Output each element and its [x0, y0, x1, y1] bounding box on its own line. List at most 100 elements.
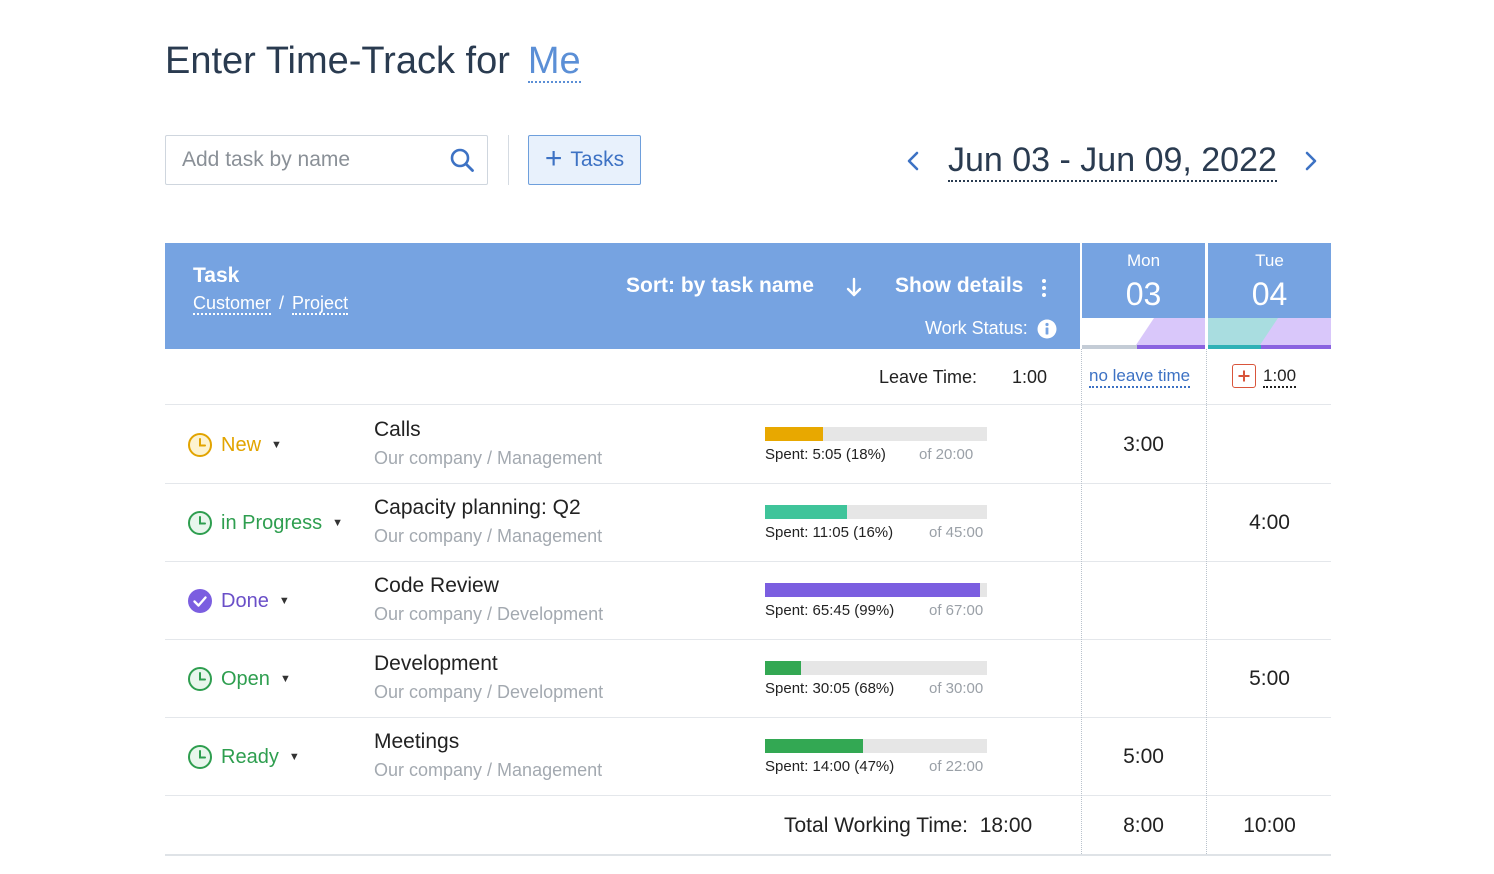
day-total-mon: 8:00 — [1123, 814, 1164, 837]
user-selector[interactable]: Me — [527, 41, 581, 83]
column-divider — [1081, 349, 1082, 854]
task-name[interactable]: Development — [374, 652, 498, 676]
task-name[interactable]: Code Review — [374, 574, 499, 598]
clock-icon — [188, 511, 212, 535]
day-name: Tue — [1255, 251, 1284, 270]
day-name: Mon — [1126, 251, 1161, 270]
clock-icon — [188, 745, 212, 769]
time-cell-tue[interactable] — [1208, 406, 1331, 484]
task-row: Done ▼ Code Review Our company / Develop… — [165, 562, 1331, 640]
spent-text: Spent: 11:05 (16%) — [765, 524, 894, 541]
task-name[interactable]: Capacity planning: Q2 — [374, 496, 581, 520]
day-header-mon: Mon 03 — [1082, 243, 1205, 349]
status-dropdown[interactable]: in Progress ▼ — [187, 510, 343, 536]
estimate-text: of 30:00 — [929, 680, 984, 697]
work-status-bar — [1208, 318, 1331, 349]
time-cell-tue[interactable]: 4:00 — [1208, 484, 1331, 562]
date-range-selector[interactable]: Jun 03 - Jun 09, 2022 — [948, 140, 1277, 182]
progress-bar — [765, 739, 987, 753]
show-details-toggle[interactable]: Show details — [895, 274, 1023, 298]
time-cell-tue[interactable] — [1208, 562, 1331, 640]
progress-bar — [765, 583, 987, 597]
customer-project-header: Customer / Project — [193, 293, 349, 315]
caret-down-icon: ▼ — [271, 439, 282, 451]
time-cell-mon[interactable] — [1082, 640, 1205, 718]
task-row: New ▼ Calls Our company / Management Spe… — [165, 406, 1331, 484]
estimate-text: of 45:00 — [929, 524, 984, 541]
spent-text: Spent: 14:00 (47%) — [765, 758, 895, 775]
work-status-label: Work Status: — [925, 318, 1028, 338]
leave-time-tue[interactable]: 1:00 — [1263, 366, 1297, 388]
time-cell-mon[interactable]: 3:00 — [1082, 406, 1205, 484]
caret-down-icon: ▼ — [279, 673, 291, 685]
search-icon[interactable] — [449, 147, 475, 173]
progress-bar — [765, 661, 987, 675]
progress-bar — [765, 427, 987, 441]
progress-bar — [765, 505, 987, 519]
project-sort-link[interactable]: Project — [292, 293, 349, 315]
work-status-bar — [1082, 318, 1205, 349]
day-number: 04 — [1251, 276, 1288, 312]
progress-fill — [765, 427, 823, 441]
plus-icon: + — [544, 142, 563, 175]
task-name[interactable]: Meetings — [374, 730, 459, 754]
task-path: Our company / Development — [374, 604, 604, 624]
time-cell-mon[interactable] — [1082, 562, 1205, 640]
add-tasks-button[interactable]: + Tasks — [528, 135, 641, 185]
chevron-right-icon[interactable] — [1301, 147, 1321, 175]
status-dropdown[interactable]: New ▼ — [187, 432, 282, 458]
page-title: Enter Time-Track for Me — [165, 40, 581, 83]
clock-icon — [188, 667, 212, 691]
estimate-text: of 20:00 — [919, 446, 974, 463]
chevron-left-icon[interactable] — [903, 147, 923, 175]
total-value: 18:00 — [979, 814, 1033, 837]
leave-time-total: 1:00 — [1012, 367, 1048, 387]
status-dropdown[interactable]: Ready ▼ — [187, 744, 300, 770]
time-cell-mon[interactable] — [1082, 484, 1205, 562]
time-cell-tue[interactable] — [1208, 718, 1331, 796]
task-row: Ready ▼ Meetings Our company / Managemen… — [165, 718, 1331, 796]
task-search-box[interactable] — [165, 135, 488, 185]
search-input[interactable] — [166, 136, 436, 184]
grid-header: Task Customer / Project Sort: by task name… — [165, 243, 1080, 349]
status-label: Open — [221, 667, 270, 690]
task-name[interactable]: Calls — [374, 418, 421, 442]
check-circle-icon — [188, 589, 212, 613]
caret-down-icon: ▼ — [332, 517, 344, 529]
info-icon[interactable] — [1037, 319, 1057, 339]
customer-sort-link[interactable]: Customer — [193, 293, 272, 315]
time-cell-mon[interactable]: 5:00 — [1082, 718, 1205, 796]
leave-time-row: Leave Time: 1:00 no leave time 1:00 — [165, 349, 1331, 405]
total-label: Total Working Time: — [784, 814, 969, 837]
no-leave-time-link[interactable]: no leave time — [1089, 366, 1191, 388]
clock-icon — [188, 433, 212, 457]
time-cell-tue[interactable]: 5:00 — [1208, 640, 1331, 718]
sort-selector[interactable]: Sort: by task name — [626, 274, 814, 298]
progress-fill — [765, 739, 863, 753]
task-path: Our company / Development — [374, 682, 604, 702]
task-column-title: Task — [193, 264, 240, 287]
status-dropdown[interactable]: Open ▼ — [187, 666, 291, 692]
total-row: Total Working Time: 18:00 8:00 10:00 — [165, 794, 1331, 856]
estimate-text: of 67:00 — [929, 602, 984, 619]
kebab-menu-icon[interactable] — [1041, 278, 1047, 298]
toolbar-divider — [508, 135, 509, 185]
task-row: in Progress ▼ Capacity planning: Q2 Our … — [165, 484, 1331, 562]
day-number: 03 — [1125, 276, 1162, 312]
task-row: Open ▼ Development Our company / Develop… — [165, 640, 1331, 718]
day-header-tue: Tue 04 — [1208, 243, 1331, 349]
spent-text: Spent: 65:45 (99%) — [765, 602, 895, 619]
status-dropdown[interactable]: Done ▼ — [187, 588, 290, 614]
add-leave-icon[interactable] — [1232, 364, 1256, 388]
column-divider — [1206, 349, 1207, 854]
arrow-down-icon[interactable] — [846, 276, 862, 298]
progress-fill — [765, 661, 801, 675]
page-title-text: Enter Time-Track for — [165, 40, 510, 82]
task-path: Our company / Management — [374, 526, 603, 546]
status-label: Ready — [221, 745, 279, 768]
leave-time-label: Leave Time: — [879, 367, 978, 387]
task-path: Our company / Management — [374, 448, 603, 468]
day-total-tue: 10:00 — [1243, 814, 1296, 837]
add-tasks-label: Tasks — [570, 148, 625, 171]
status-label: in Progress — [221, 511, 323, 534]
